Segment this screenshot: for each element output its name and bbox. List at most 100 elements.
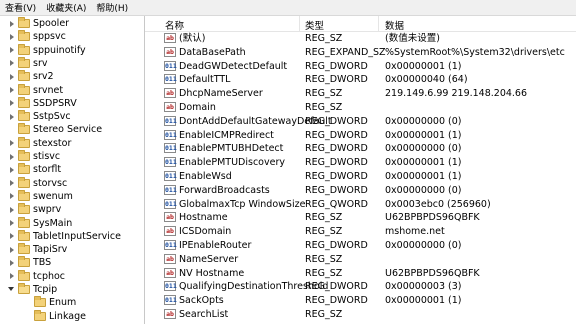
expand-arrow-icon[interactable] xyxy=(8,139,16,147)
expand-arrow-icon[interactable] xyxy=(8,246,16,254)
column-header-data[interactable]: 数据 xyxy=(385,18,404,32)
registry-value-row[interactable]: ab NV Hostname REG_SZ U62BPBPDS96QBFK xyxy=(145,267,576,280)
tree-item-sppuinotify[interactable]: sppuinotify xyxy=(8,43,86,57)
registry-value-row[interactable]: 011 EnableWsd REG_DWORD 0x00000001 (1) xyxy=(145,170,576,183)
expand-arrow-icon[interactable] xyxy=(8,192,16,200)
tree-item-ssdpsrv[interactable]: SSDPSRV xyxy=(8,96,77,110)
value-type: REG_DWORD xyxy=(305,74,368,86)
value-data: %SystemRoot%\System32\drivers\etc xyxy=(385,46,565,58)
expand-arrow-icon[interactable] xyxy=(8,219,16,227)
tree-item-tapisrv[interactable]: TapiSrv xyxy=(8,243,67,256)
expand-arrow-icon[interactable] xyxy=(8,259,16,267)
tree-item-spooler[interactable]: Spooler xyxy=(8,17,69,30)
expand-arrow-icon[interactable] xyxy=(8,46,16,54)
string-value-icon: ab xyxy=(164,88,176,99)
expand-arrow-icon[interactable] xyxy=(8,232,16,240)
registry-value-row[interactable]: ab SearchList REG_SZ xyxy=(145,308,576,321)
expand-arrow-icon[interactable] xyxy=(8,206,16,214)
tree-item-stexstor[interactable]: stexstor xyxy=(8,136,71,150)
value-data: 0x00000001 (1) xyxy=(385,60,462,72)
registry-value-row[interactable]: ab (默认) REG_SZ (数值未设置) xyxy=(145,32,576,45)
values-list[interactable]: ab (默认) REG_SZ (数值未设置) ab DataBasePath REG_EXP… xyxy=(145,32,576,324)
tree-item-label: TapiSrv xyxy=(33,244,68,256)
expand-arrow-icon[interactable] xyxy=(8,99,16,107)
column-header-type[interactable]: 类型 xyxy=(305,18,324,32)
tree-item-stisvc[interactable]: stisvc xyxy=(8,150,60,163)
expand-arrow-icon[interactable] xyxy=(8,179,16,187)
registry-value-row[interactable]: 011 QualifyingDestinationThreshold REG_DWO… xyxy=(145,280,576,293)
menu-favorites[interactable]: 收藏夹(A) xyxy=(41,1,91,14)
registry-value-row[interactable]: ab Hostname REG_SZ U62BPBPDS96QBFK xyxy=(145,211,576,224)
folder-icon xyxy=(18,243,30,255)
tree-item-srv2[interactable]: srv2 xyxy=(8,70,54,83)
tree-item-tbs[interactable]: TBS xyxy=(8,256,51,269)
value-name: EnableWsd xyxy=(179,171,232,182)
expand-arrow-icon[interactable] xyxy=(8,272,16,280)
value-name: SearchList xyxy=(179,309,229,320)
registry-value-row[interactable]: 011 ForwardBroadcasts REG_DWORD 0x00000000 … xyxy=(145,184,576,197)
tree-item-swprv[interactable]: swprv xyxy=(8,203,61,216)
tree-item-linkage[interactable]: Linkage xyxy=(24,309,86,323)
tree-item-label: storvsc xyxy=(33,177,68,189)
string-value-icon: ab xyxy=(164,212,176,223)
tree-item-stereo-service[interactable]: Stereo Service xyxy=(8,123,102,136)
tree-item-sppsvc[interactable]: sppsvc xyxy=(8,30,66,43)
folder-icon xyxy=(18,216,30,228)
expand-arrow-icon[interactable] xyxy=(8,153,16,161)
tree-item-sysmain[interactable]: SysMain xyxy=(8,216,73,230)
tree-item-label: Stereo Service xyxy=(33,124,103,136)
registry-value-row[interactable]: 011 DontAddDefaultGatewayDefault REG_DWORD… xyxy=(145,115,576,128)
menu-view[interactable]: 查看(V) xyxy=(0,1,41,14)
tree-item-storvsc[interactable]: storvsc xyxy=(8,176,68,190)
tree-item-label: SysMain xyxy=(33,217,73,229)
tree-item-srvnet[interactable]: srvnet xyxy=(8,83,63,97)
tree-item-sstpsvc[interactable]: SstpSvc xyxy=(8,110,71,123)
expand-arrow-icon[interactable] xyxy=(8,86,16,94)
registry-value-row[interactable]: 011 SackOpts REG_DWORD 0x00000001 (1) xyxy=(145,294,576,307)
registry-key-tree[interactable]: Spooler sppsvc sppuinotify srv srv2 srvnet SSD… xyxy=(0,16,145,324)
registry-value-row[interactable]: ab ICSDomain REG_SZ mshome.net xyxy=(145,225,576,238)
registry-value-row[interactable]: 011 IPEnableRouter REG_DWORD 0x00000000 (0) xyxy=(145,239,576,252)
tree-item-enum[interactable]: Enum xyxy=(24,296,76,309)
tree-item-tabletinputservice[interactable]: TabletInputService xyxy=(8,229,122,243)
column-header-name[interactable]: 名称 xyxy=(165,18,184,32)
string-value-icon: ab xyxy=(164,253,176,264)
tree-item-label: srv xyxy=(33,57,48,69)
folder-icon xyxy=(18,136,30,148)
registry-value-row[interactable]: 011 DeadGWDetectDefault REG_DWORD 0x0000000… xyxy=(145,60,576,73)
tree-item-tcpip[interactable]: Tcpip xyxy=(8,283,57,296)
tree-item-label: TabletInputService xyxy=(33,230,122,242)
tree-item-swenum[interactable]: swenum xyxy=(8,189,73,203)
value-type: REG_DWORD xyxy=(305,240,368,251)
expand-arrow-icon[interactable] xyxy=(8,73,16,81)
tree-item-label: Spooler xyxy=(33,18,70,29)
tree-item-storflt[interactable]: storflt xyxy=(8,163,61,176)
registry-value-row[interactable]: 011 EnableICMPRedirect REG_DWORD 0x00000001… xyxy=(145,129,576,142)
folder-icon xyxy=(18,283,30,294)
value-data: 0x00000001 (1) xyxy=(385,295,462,307)
registry-value-row[interactable]: 011 EnablePMTUBHDetect REG_DWORD 0x00000000… xyxy=(145,142,576,155)
registry-value-row[interactable]: ab DhcpNameServer REG_SZ 219.149.6.99 219.1… xyxy=(145,87,576,100)
tree-item-label: swenum xyxy=(33,190,73,202)
string-value-icon: ab xyxy=(164,226,176,237)
expand-arrow-icon[interactable] xyxy=(8,113,16,121)
expand-arrow-icon[interactable] xyxy=(8,33,16,41)
binary-value-icon: 011 xyxy=(164,115,177,126)
tree-item-tcphoc[interactable]: tcphoc xyxy=(8,269,65,283)
expand-arrow-icon[interactable] xyxy=(8,59,16,67)
registry-value-row[interactable]: ab DataBasePath REG_EXPAND_SZ %SystemRoot%\… xyxy=(145,46,576,59)
registry-value-row[interactable]: 011 EnablePMTUDiscovery REG_DWORD 0x0000000… xyxy=(145,156,576,169)
registry-value-row[interactable]: 011 DefaultTTL REG_DWORD 0x00000040 (64) xyxy=(145,73,576,86)
tree-item-srv[interactable]: srv xyxy=(8,56,48,70)
registry-value-row[interactable]: ab Domain REG_SZ xyxy=(145,101,576,114)
menu-help[interactable]: 帮助(H) xyxy=(91,1,133,14)
value-data: 219.149.6.99 219.148.204.66 xyxy=(385,88,528,100)
registry-value-row[interactable]: 011 GlobalmaxTcp WindowSize REG_QWORD 0x000… xyxy=(145,198,576,211)
tree-item-label: sppsvc xyxy=(33,31,66,43)
registry-value-row[interactable]: ab NameServer REG_SZ xyxy=(145,253,576,266)
collapse-arrow-icon[interactable] xyxy=(8,286,16,294)
tree-item-label: stisvc xyxy=(33,151,61,162)
tree-item-label: SstpSvc xyxy=(33,111,71,123)
expand-arrow-icon[interactable] xyxy=(8,20,16,28)
expand-arrow-icon[interactable] xyxy=(8,166,16,174)
